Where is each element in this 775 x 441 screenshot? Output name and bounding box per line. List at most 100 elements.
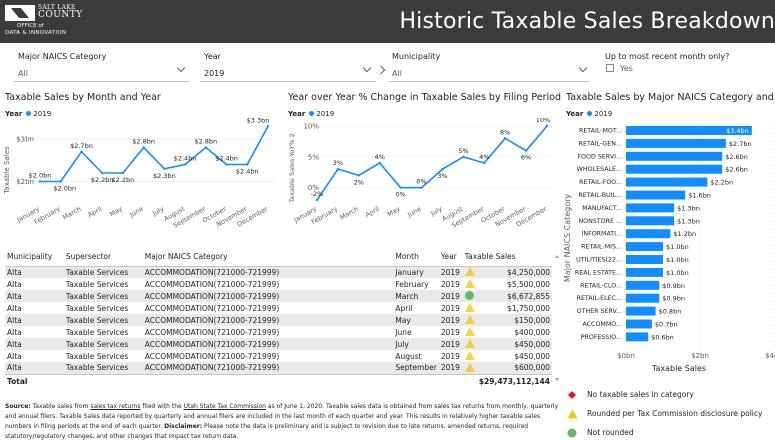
data-label: $1.3bn <box>677 217 700 225</box>
cell-supersector: Taxable Services <box>63 290 143 302</box>
cell-supersector: Taxable Services <box>65 279 129 289</box>
data-point <box>163 167 166 170</box>
chart1-ylabel: Taxable Sales <box>3 146 11 195</box>
total-spacer <box>63 373 477 389</box>
cell-municipality: Alta <box>7 351 22 361</box>
year-slicer-label: Year <box>204 52 221 61</box>
chart3-legend-title: Year <box>566 110 584 118</box>
chart1-legend-title: Year <box>5 110 23 118</box>
chart3-legend-item[interactable]: 2019 <box>594 110 612 118</box>
chart1-title: Taxable Sales by Month and Year <box>5 92 161 103</box>
data-label: $0.7bn <box>655 321 678 329</box>
key-legend-text: Rounded per Tax Commission disclosure po… <box>587 409 763 418</box>
chart3-legend: Year 2019 <box>566 110 612 118</box>
recent-yes-checkbox[interactable] <box>606 64 614 72</box>
data-label: $2.6bn <box>725 166 748 174</box>
col-municipality[interactable]: Municipality <box>5 248 64 267</box>
header-bar: SALT LAKE COUNTY OFFICE of DATA & INNOVA… <box>0 0 775 43</box>
cell-rounding-status <box>463 302 477 314</box>
tax-commission-link[interactable]: Utah State Tax Commission <box>184 403 266 410</box>
cell-municipality: Alta <box>5 266 64 278</box>
key-legend-text: Not rounded <box>587 428 634 437</box>
scroll-down-icon[interactable] <box>555 378 559 381</box>
y-tick-label: $3bn <box>16 136 34 144</box>
chart2-legend-title: Year <box>288 110 306 118</box>
bar <box>626 319 652 329</box>
x-tick-label: April <box>364 205 381 219</box>
table-row[interactable]: Alta Taxable Services ACCOMMODATION(721000… <box>5 338 552 350</box>
col-naics[interactable]: Major NAICS Category <box>142 248 394 267</box>
chart3-xlabel: Taxable Sales <box>651 364 706 373</box>
yellow-triangle-icon <box>464 339 475 348</box>
municipality-slicer-value[interactable]: All <box>392 69 402 78</box>
bar <box>626 138 726 148</box>
bar <box>626 164 723 174</box>
yellow-triangle-icon <box>464 279 475 288</box>
bar <box>626 216 675 226</box>
municipality-chevron-down-icon[interactable] <box>578 63 588 73</box>
logo-line-3: OFFICE of <box>17 23 44 29</box>
cell-supersector: Taxable Services <box>65 303 129 313</box>
col-sales[interactable]: Taxable Sales <box>462 248 552 267</box>
bar <box>626 306 656 316</box>
chart1-legend-item[interactable]: 2019 <box>33 110 51 118</box>
table-row[interactable]: Alta Taxable Services ACCOMMODATION(721000… <box>5 314 552 326</box>
data-label: 10% <box>536 118 550 124</box>
cell-supersector: Taxable Services <box>65 327 129 337</box>
cell-naics: ACCOMMODATION(721000-721999) <box>144 327 280 337</box>
chart2-legend-item[interactable]: 2019 <box>316 110 334 118</box>
cell-naics: ACCOMMODATION(721000-721999) <box>142 362 394 374</box>
cell-year: 2019 <box>440 279 460 289</box>
data-label: $2.4bn <box>236 168 259 176</box>
x-tick-label: March <box>339 205 360 222</box>
table-row[interactable]: Alta Taxable Services ACCOMMODATION(721000… <box>5 350 552 362</box>
col-year[interactable]: Year <box>438 248 463 267</box>
x-tick-label: April <box>86 205 103 219</box>
table-row[interactable]: Alta Taxable Services ACCOMMODATION(721000… <box>5 362 552 374</box>
data-label: $2.2bn <box>112 176 135 184</box>
naics-chevron-down-icon[interactable] <box>176 63 186 73</box>
table-row[interactable]: Alta Taxable Services ACCOMMODATION(721000… <box>5 278 552 290</box>
cell-naics: ACCOMMODATION(721000-721999) <box>144 279 280 289</box>
data-label: $1.0bn <box>666 269 689 277</box>
table-header-row: Municipality Supersector Major NAICS Cat… <box>5 248 552 267</box>
data-label: $2.0bn <box>53 185 76 193</box>
cell-rounding-status <box>462 338 477 350</box>
data-label: $2.7bn <box>729 140 752 148</box>
recent-yes-label: Yes <box>620 64 633 73</box>
scroll-up-icon[interactable] <box>555 255 559 258</box>
data-label: $2.2bn <box>91 176 114 184</box>
col-supersector[interactable]: Supersector <box>63 248 143 267</box>
green-circle-icon <box>567 428 577 438</box>
sales-tax-returns-link[interactable]: sales tax returns <box>90 403 140 410</box>
yellow-triangle-icon <box>464 351 475 360</box>
table-row[interactable]: Alta Taxable Services ACCOMMODATION(721000… <box>5 326 552 338</box>
y-tick-label: RETAIL-CLO... <box>580 282 622 289</box>
cell-year: 2019 <box>440 303 460 313</box>
table-row[interactable]: Alta Taxable Services ACCOMMODATION(721000… <box>5 266 552 278</box>
col-month[interactable]: Month <box>393 248 439 267</box>
cell-naics: ACCOMMODATION(721000-721999) <box>142 266 394 278</box>
data-point <box>142 146 145 149</box>
cell-rounding-status <box>462 290 477 302</box>
table-row[interactable]: Alta Taxable Services ACCOMMODATION(721000… <box>5 290 552 302</box>
cell-municipality: Alta <box>5 290 64 302</box>
municipality-chevron-right-icon[interactable] <box>376 65 386 75</box>
data-label: $2.8bn <box>132 138 155 146</box>
naics-slicer-value[interactable]: All <box>18 69 28 78</box>
year-slicer-value[interactable]: 2019 <box>204 69 224 78</box>
data-point <box>121 171 125 175</box>
cell-naics: ACCOMMODATION(721000-721999) <box>142 290 394 302</box>
data-point <box>266 125 270 128</box>
bar <box>626 203 675 213</box>
data-label: $2.8bn <box>194 138 217 146</box>
table-row[interactable]: Alta Taxable Services ACCOMMODATION(721000… <box>5 302 552 314</box>
table-scrollbar[interactable] <box>555 255 559 381</box>
data-label: $0.9bn <box>662 282 685 290</box>
year-chevron-down-icon[interactable] <box>362 63 372 73</box>
data-label: 8% <box>500 128 510 136</box>
y-tick-label: RETAIL-ELEC... <box>577 295 622 302</box>
cell-taxable-sales: $6,672,855 <box>476 290 552 302</box>
cell-supersector: Taxable Services <box>63 266 143 278</box>
data-point <box>80 150 83 153</box>
